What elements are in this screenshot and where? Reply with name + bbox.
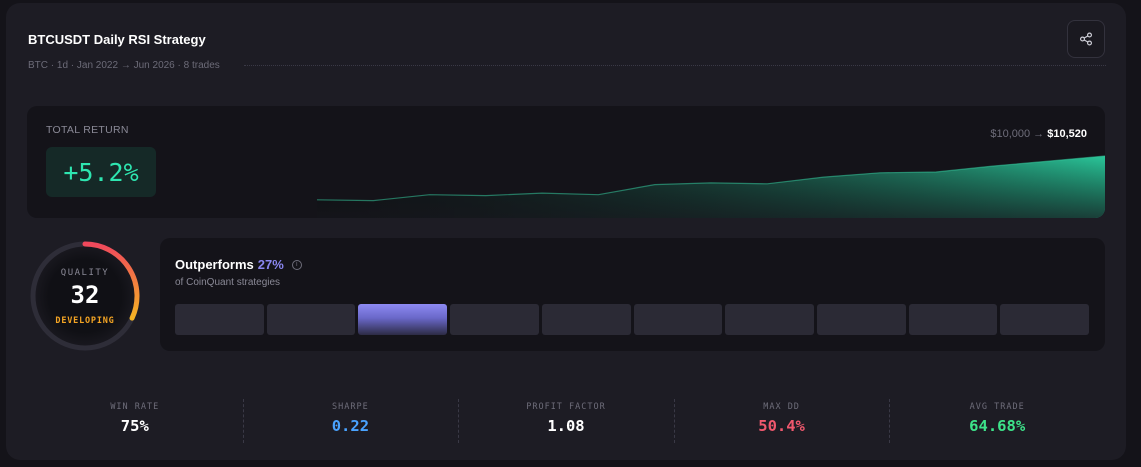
stat-max-dd: MAX DD 50.4% [673, 393, 890, 443]
strategy-meta: BTC · 1d · Jan 2022 → Jun 2026 · 8 trade… [28, 60, 220, 71]
quality-score: 32 [70, 281, 100, 309]
stat-value: 50.4% [758, 417, 805, 435]
outperforms-percent: 27% [257, 257, 284, 272]
stat-avg-trade: AVG TRADE 64.68% [889, 393, 1105, 443]
stat-value: 64.68% [969, 417, 1026, 435]
percentile-bin [450, 304, 539, 335]
equity-area-shade [317, 156, 1105, 218]
strategy-title: BTCUSDT Daily RSI Strategy [28, 32, 206, 47]
stat-label: WIN RATE [110, 402, 160, 412]
percentile-bins [175, 304, 1090, 335]
arrow-icon: → [1033, 128, 1045, 140]
equity-curve-chart [316, 155, 1105, 218]
stat-value: 75% [120, 417, 149, 435]
stat-label: SHARPE [332, 402, 369, 412]
divider [244, 65, 1106, 66]
outperforms-subtitle: of CoinQuant strategies [175, 277, 281, 288]
balance-change: $10,000 → $10,520 [990, 128, 1087, 140]
total-return-value: +5.2% [46, 147, 156, 197]
percentile-bin [633, 304, 723, 335]
stats-row: WIN RATE 75% SHARPE 0.22 PROFIT FACTOR 1.08 MA… [27, 393, 1105, 443]
stat-label: AVG TRADE [969, 402, 1025, 412]
percentile-bin [541, 304, 631, 335]
outperforms-panel: Outperforms 27% i of CoinQuant strategie… [160, 238, 1105, 351]
percentile-bin [1000, 304, 1090, 335]
end-balance: $10,520 [1047, 128, 1087, 140]
strategy-card: BTCUSDT Daily RSI Strategy BTC · 1d · Ja… [6, 3, 1126, 460]
stat-label: PROFIT FACTOR [526, 402, 606, 412]
percentile-bin [908, 304, 998, 335]
percentile-bin [175, 304, 264, 335]
stat-value: 0.22 [331, 417, 370, 435]
outperforms-heading: Outperforms 27% i [175, 257, 302, 272]
info-icon[interactable]: i [291, 259, 302, 270]
quality-status: DEVELOPING [55, 316, 115, 326]
stat-win-rate: WIN RATE 75% [27, 393, 243, 443]
quality-label: QUALITY [60, 268, 110, 278]
stat-profit-factor: PROFIT FACTOR 1.08 [458, 393, 674, 443]
total-return-panel: TOTAL RETURN +5.2% $10,000 → $10,520 [27, 106, 1105, 218]
outperforms-title: Outperforms [175, 257, 254, 272]
stat-value: 1.08 [547, 417, 585, 435]
share-button[interactable] [1067, 20, 1105, 58]
percentile-bin-active [358, 304, 448, 335]
total-return-label: TOTAL RETURN [46, 124, 129, 136]
share-icon [1080, 32, 1093, 46]
stat-label: MAX DD [763, 402, 800, 412]
percentile-bin [816, 304, 906, 335]
start-balance: $10,000 [990, 128, 1031, 140]
percentile-bin [266, 304, 356, 335]
percentile-bin [725, 304, 814, 335]
stat-sharpe: SHARPE 0.22 [242, 393, 459, 443]
